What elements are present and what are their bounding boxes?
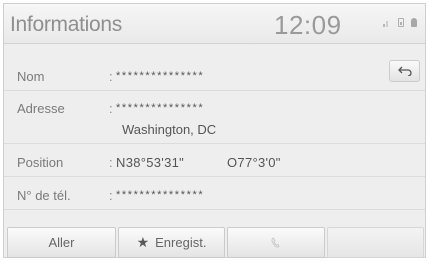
longitude-value: O77°3'0" [227,155,281,170]
name-label: Nom [17,69,45,84]
address-colon: : [109,101,113,116]
position-label: Position [17,155,64,170]
divider [4,90,425,91]
phone-value: *************** [116,189,205,201]
divider [4,143,425,144]
go-button-label: Aller [48,235,75,250]
row-phone: N° de tél. : *************** [4,180,425,210]
phone-icon [271,237,280,248]
lock-icon [411,18,417,27]
position-colon: : [109,155,113,170]
address-label: Adresse [17,101,65,116]
page-title: Informations [10,13,122,36]
status-icons [383,18,417,27]
row-position: Position : N38°53'31" O77°3'0" [4,147,425,177]
save-button[interactable]: ★ Enregist. [118,227,225,258]
star-icon: ★ [136,234,150,250]
action-bar: Aller ★ Enregist. [4,227,425,258]
address-value: *************** [116,102,205,114]
back-arrow-icon [397,66,412,76]
empty-slot [327,227,424,258]
info-screen: Informations 12:09 Nom : ***************… [3,3,426,258]
clock: 12:09 [274,10,342,40]
call-button[interactable] [227,227,325,258]
name-value: *************** [116,70,205,82]
divider [4,176,425,177]
save-button-label: Enregist. [155,235,207,250]
header-bar: Informations 12:09 [4,4,425,44]
row-name: Nom : *************** [4,61,425,91]
divider [4,209,425,210]
phone-colon: : [109,188,113,203]
address-city: Washington, DC [122,122,217,137]
battery-icon [398,18,404,27]
phone-label: N° de tél. [17,188,71,203]
latitude-value: N38°53'31" [116,155,185,170]
back-button[interactable] [389,60,420,82]
row-address: Adresse : *************** Washington, DC [4,93,425,144]
go-button[interactable]: Aller [7,227,116,258]
device-frame: Informations 12:09 Nom : ***************… [0,0,429,262]
name-colon: : [109,69,113,84]
signal-icon [383,19,391,27]
